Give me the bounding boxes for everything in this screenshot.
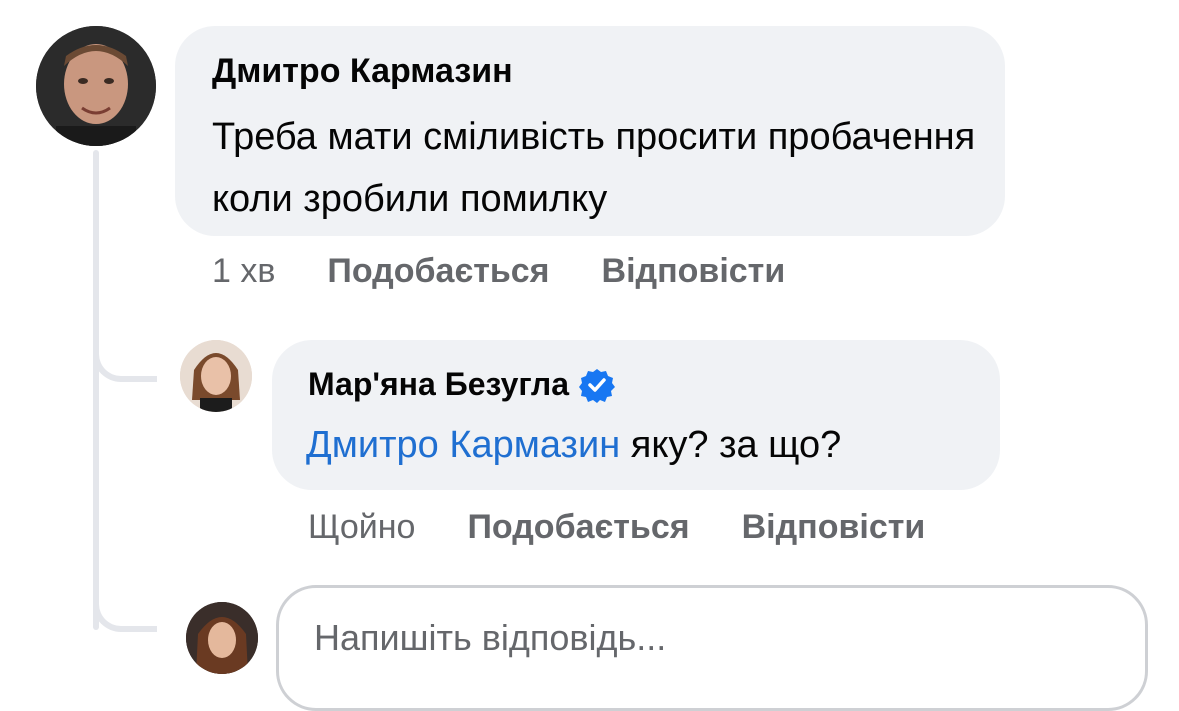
verified-badge-icon (579, 368, 616, 403)
avatar-portrait-icon (186, 602, 258, 674)
reply-author[interactable]: Мар'яна Безугла (308, 366, 569, 403)
avatar-portrait-icon (36, 26, 156, 146)
avatar-dmytro[interactable] (36, 26, 156, 146)
like-button[interactable]: Подобається (327, 252, 549, 291)
avatar-maryana[interactable] (180, 340, 252, 412)
thread-line (93, 150, 99, 630)
reply-input-placeholder: Напишіть відповідь... (314, 617, 667, 658)
composer-connector (93, 570, 157, 632)
comment-author[interactable]: Дмитро Кармазин (212, 52, 513, 91)
reply-button[interactable]: Відповісти (742, 508, 926, 547)
mention-link[interactable]: Дмитро Кармазин (306, 424, 620, 466)
avatar-current-user (186, 602, 258, 674)
reply-connector (93, 320, 157, 382)
reply-body: яку? за що? (620, 424, 842, 466)
like-button[interactable]: Подобається (467, 508, 689, 547)
comment-actions: 1 хв Подобається Відповісти (212, 252, 837, 291)
avatar-portrait-icon (180, 340, 252, 412)
reply-author-row: Мар'яна Безугла (308, 366, 616, 403)
reply-text: Дмитро Кармазин яку? за що? (306, 420, 841, 470)
comment-text: Треба мати сміливість просити пробачення… (212, 116, 976, 220)
reply-actions: Щойно Подобається Відповісти (308, 508, 977, 547)
reply-timestamp[interactable]: Щойно (308, 508, 415, 547)
reply-button[interactable]: Відповісти (602, 252, 786, 291)
comment-timestamp[interactable]: 1 хв (212, 252, 275, 291)
